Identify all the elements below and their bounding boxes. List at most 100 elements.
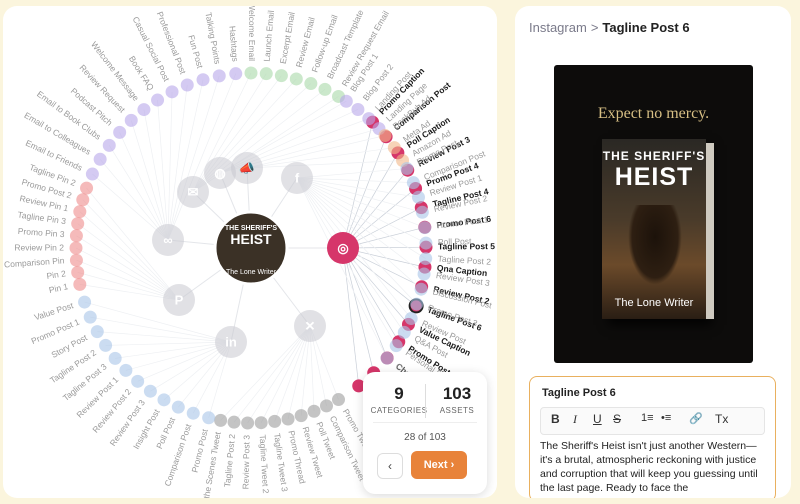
facebook-asset-node[interactable] (414, 282, 428, 296)
linkedin-asset-node[interactable] (78, 295, 92, 309)
facebook-asset-node[interactable] (411, 190, 425, 204)
x-asset-node[interactable] (241, 416, 255, 430)
x-asset-label[interactable]: Tagline Post 2 (222, 433, 237, 487)
italic-button[interactable]: I (573, 412, 577, 427)
facebook-asset-node[interactable] (389, 339, 403, 353)
prev-button[interactable]: ‹ (377, 453, 403, 479)
facebook-asset-node[interactable] (406, 176, 420, 190)
pinterest-asset-label[interactable]: Pin 1 (48, 281, 69, 295)
sharing-asset-node[interactable] (165, 85, 179, 99)
linkedin-asset-node[interactable] (171, 400, 185, 414)
linkedin-asset-node[interactable] (108, 351, 122, 365)
linkedin-asset-node[interactable] (143, 384, 157, 398)
link-icon[interactable]: 🔗 (689, 412, 703, 425)
linkedin-asset-label[interactable]: Value Post (33, 300, 75, 322)
bold-button[interactable]: B (551, 412, 560, 426)
pinterest-asset-label[interactable]: Promo Pin 3 (17, 226, 65, 239)
x-asset-label[interactable]: Tagline Tweet 2 (258, 434, 271, 494)
clear-format-icon[interactable]: Tx (715, 412, 728, 426)
bullet-list-icon[interactable]: •≡ (661, 412, 671, 424)
ordered-list-icon[interactable]: 1≡ (641, 412, 654, 424)
email-asset-node[interactable] (259, 67, 273, 81)
sharing-asset-node[interactable] (85, 167, 99, 181)
x-asset-node[interactable] (294, 409, 308, 423)
facebook-asset-node[interactable] (400, 162, 414, 176)
sharing-asset-label[interactable]: Welcome Message (89, 40, 141, 103)
strikethrough-button[interactable]: S (613, 412, 621, 426)
email-asset-node[interactable] (318, 82, 332, 96)
sharing-asset-node[interactable] (212, 69, 226, 83)
pinterest-asset-node[interactable] (71, 217, 85, 231)
facebook-asset-node[interactable] (404, 312, 418, 326)
email-asset-node[interactable] (289, 72, 303, 86)
facebook-asset-node[interactable] (417, 267, 431, 281)
linkedin-asset-label[interactable]: Poll Post (154, 415, 177, 450)
pinterest-asset-node[interactable] (69, 253, 83, 267)
pinterest-asset-node[interactable] (73, 205, 87, 219)
email-asset-node[interactable] (274, 69, 288, 83)
linkedin-asset-node[interactable] (99, 338, 113, 352)
sharing-asset-label[interactable]: Hashtags (227, 25, 240, 62)
facebook-asset-node[interactable] (419, 236, 433, 250)
pinterest-asset-label[interactable]: Tagline Pin 3 (17, 210, 67, 227)
facebook-asset-node[interactable] (415, 205, 429, 219)
pinterest-asset-node[interactable] (76, 193, 90, 207)
sharing-asset-node[interactable] (137, 103, 151, 117)
sharing-asset-label[interactable]: Talking Points (203, 11, 222, 64)
email-asset-node[interactable] (304, 77, 318, 91)
sharing-asset-node[interactable] (113, 125, 127, 139)
sharing-asset-label[interactable]: Fun Post (186, 34, 205, 70)
sharing-asset-node[interactable] (180, 78, 194, 92)
pinterest-asset-label[interactable]: Pin 2 (46, 268, 67, 281)
blog-asset-node[interactable] (351, 102, 365, 116)
pinterest-asset-node[interactable] (69, 241, 83, 255)
x-asset-node[interactable] (227, 415, 241, 429)
x-asset-node[interactable] (307, 404, 321, 418)
next-button[interactable]: Next › (411, 451, 467, 479)
facebook-asset-label[interactable]: Humor Post 1 (436, 214, 489, 230)
x-asset-label[interactable]: Tagline Tweet 3 (272, 433, 290, 493)
email-asset-label[interactable]: Welcome Email (247, 6, 257, 61)
linkedin-asset-node[interactable] (157, 393, 171, 407)
x-asset-node[interactable] (319, 399, 333, 413)
blog-asset-node[interactable] (362, 112, 376, 126)
pinterest-asset-node[interactable] (73, 277, 87, 291)
facebook-asset-node[interactable] (410, 297, 424, 311)
x-asset-label[interactable]: Review Post 3 (241, 435, 252, 490)
pinterest-asset-label[interactable]: Review Pin 2 (14, 242, 64, 252)
sharing-asset-node[interactable] (93, 152, 107, 166)
editor-text-area[interactable]: The Sheriff's Heist isn't just another W… (540, 439, 762, 497)
x-asset-node[interactable] (332, 393, 345, 407)
pinterest-asset-node[interactable] (71, 265, 85, 279)
linkedin-asset-node[interactable] (90, 325, 104, 339)
pinterest-asset-label[interactable]: Comparison Pin (4, 255, 65, 269)
pinterest-asset-node[interactable] (69, 229, 83, 243)
linkedin-asset-node[interactable] (83, 310, 97, 324)
linkedin-asset-node[interactable] (131, 374, 145, 388)
facebook-asset-node[interactable] (419, 252, 433, 266)
email-asset-node[interactable] (244, 66, 258, 80)
x-asset-node[interactable] (281, 412, 295, 426)
facebook-asset-node[interactable] (397, 325, 411, 339)
facebook-asset-label[interactable]: Poll Post (438, 236, 472, 247)
ads-asset-node[interactable] (387, 141, 401, 155)
pinterest-asset-node[interactable] (80, 181, 94, 195)
linkedin-asset-node[interactable] (119, 363, 133, 377)
email-asset-label[interactable]: Excerpt Email (278, 11, 297, 64)
sharing-asset-node[interactable] (102, 138, 116, 152)
email-asset-label[interactable]: Launch Email (262, 10, 276, 62)
facebook-asset-node[interactable] (418, 221, 432, 235)
x-asset-node[interactable] (268, 414, 282, 428)
breadcrumb-root[interactable]: Instagram (529, 20, 587, 35)
sharing-asset-node[interactable] (229, 67, 243, 81)
linkedin-asset-node[interactable] (202, 411, 216, 425)
x-asset-node[interactable] (254, 416, 268, 430)
blog-asset-node[interactable] (339, 94, 353, 108)
sharing-asset-node[interactable] (196, 73, 210, 87)
ads-asset-node[interactable] (378, 129, 392, 143)
x-asset-node[interactable] (214, 413, 228, 427)
linkedin-asset-node[interactable] (186, 406, 200, 420)
sharing-asset-node[interactable] (124, 113, 138, 127)
sharing-asset-node[interactable] (151, 93, 165, 107)
underline-button[interactable]: U (593, 412, 602, 426)
